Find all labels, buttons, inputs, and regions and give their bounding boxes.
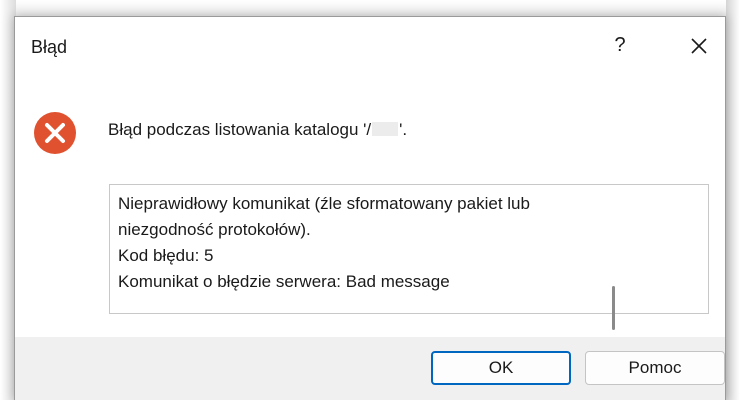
error-details-box[interactable]: Nieprawidłowy komunikat (źle sformatowan… <box>109 184 709 314</box>
details-line: Kod błędu: 5 <box>118 246 214 265</box>
error-details-text: Nieprawidłowy komunikat (źle sformatowan… <box>118 191 688 295</box>
message-area: Błąd podczas listowania katalogu '/ '. Ni… <box>15 73 725 337</box>
ok-button[interactable]: OK <box>431 351 571 385</box>
help-text-button[interactable]: Pomoc <box>585 351 725 385</box>
details-line: Komunikat o błędzie serwera: Bad message <box>118 272 450 291</box>
error-message: Błąd podczas listowania katalogu '/ '. <box>108 120 407 140</box>
title-bar[interactable]: Błąd ? <box>15 17 725 73</box>
error-message-prefix: Błąd podczas listowania katalogu '/ <box>108 120 372 139</box>
details-scrollbar[interactable] <box>612 286 615 330</box>
dialog-title: Błąd <box>31 37 68 57</box>
button-bar: OK Pomoc <box>15 337 725 400</box>
close-icon <box>691 38 707 54</box>
close-button[interactable] <box>685 32 713 60</box>
help-button[interactable]: ? <box>607 31 633 59</box>
redacted-path <box>372 122 399 136</box>
error-message-suffix: '. <box>399 120 408 139</box>
error-dialog: Błąd ? Błąd podczas listowania katalogu … <box>14 16 726 400</box>
details-line: Nieprawidłowy komunikat (źle sformatowan… <box>118 194 530 213</box>
background-right <box>726 0 740 400</box>
error-circle-x-icon <box>34 112 76 154</box>
details-line: niezgodność protokołów). <box>118 220 311 239</box>
